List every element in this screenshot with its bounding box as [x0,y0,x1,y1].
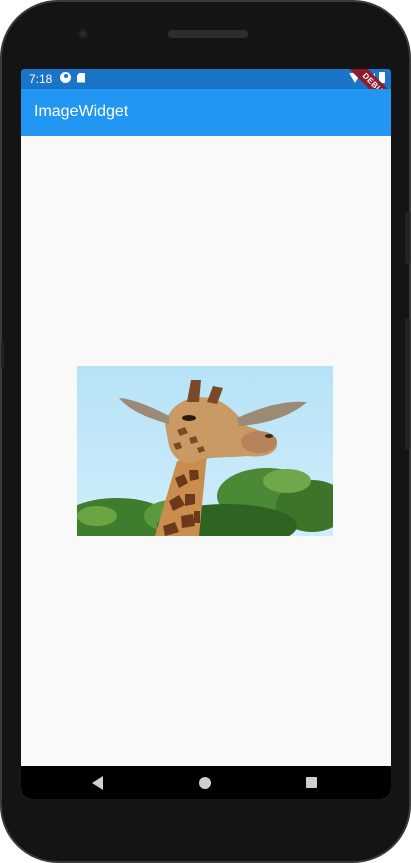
app-bar: ImageWidget [21,89,391,136]
back-icon[interactable] [92,776,103,790]
front-camera [78,29,88,39]
device-screen: 7:18 DEBUG ImageWidget [21,69,391,799]
sd-card-icon [77,72,85,83]
giraffe-image [77,366,333,536]
home-icon[interactable] [199,777,211,789]
app-title: ImageWidget [34,103,129,120]
earpiece-speaker [168,30,248,38]
navigation-bar [21,766,391,799]
status-bar: 7:18 DEBUG [21,69,391,118]
power-button[interactable] [405,212,410,264]
volume-button[interactable] [405,318,410,450]
status-time: 7:18 [29,72,53,86]
phone-frame: 7:18 DEBUG ImageWidget [0,0,411,863]
side-button-left [1,342,4,368]
status-icons-left [60,72,85,83]
content-area [21,136,391,766]
media-icon [60,72,71,83]
recents-icon[interactable] [306,777,317,788]
